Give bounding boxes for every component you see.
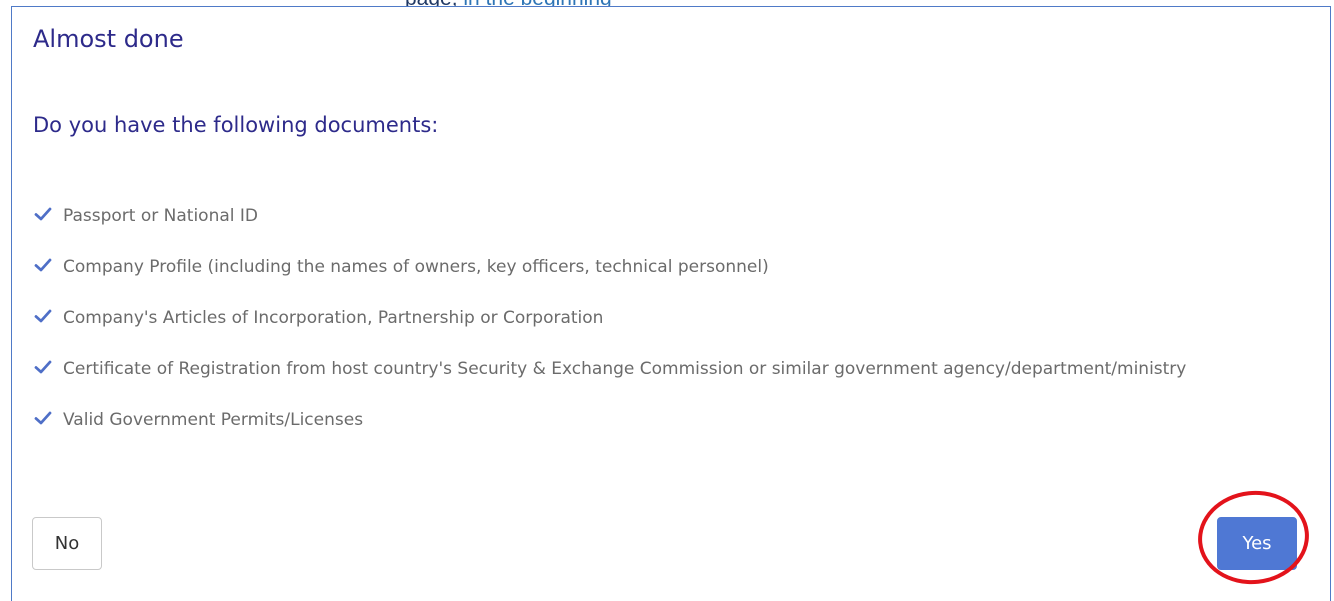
- document-item-label: Valid Government Permits/Licenses: [63, 410, 364, 430]
- documents-modal: Almost done Do you have the following do…: [11, 6, 1331, 601]
- document-item-label: Company Profile (including the names of …: [63, 257, 769, 277]
- modal-title: Almost done: [33, 25, 184, 53]
- document-item-label: Company's Articles of Incorporation, Par…: [63, 308, 604, 328]
- document-item: Company's Articles of Incorporation, Par…: [33, 297, 1293, 339]
- document-item: Passport or National ID: [33, 195, 1293, 237]
- document-item: Valid Government Permits/Licenses: [33, 399, 1293, 441]
- no-button[interactable]: No: [32, 517, 102, 570]
- check-icon: [33, 255, 53, 275]
- modal-subtitle: Do you have the following documents:: [33, 113, 439, 137]
- documents-list: Passport or National ID Company Profile …: [33, 195, 1293, 450]
- check-icon: [33, 357, 53, 377]
- document-item: Company Profile (including the names of …: [33, 246, 1293, 288]
- check-icon: [33, 306, 53, 326]
- document-item-label: Certificate of Registration from host co…: [63, 359, 1187, 379]
- check-icon: [33, 408, 53, 428]
- document-item: Certificate of Registration from host co…: [33, 348, 1293, 390]
- annotation-circle: [1193, 485, 1314, 590]
- document-item-label: Passport or National ID: [63, 206, 259, 226]
- check-icon: [33, 204, 53, 224]
